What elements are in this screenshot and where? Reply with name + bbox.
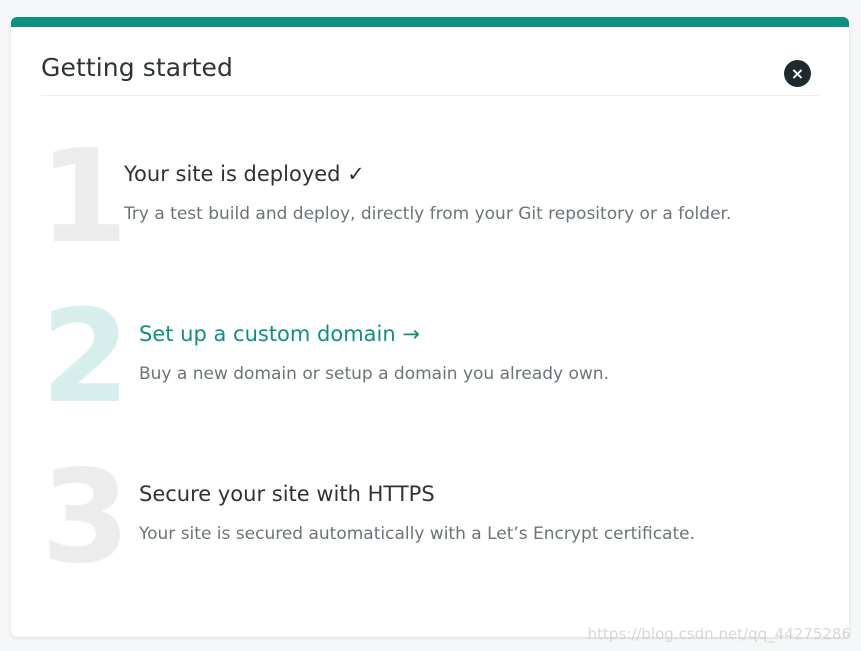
step-https: 3 Secure your site with HTTPS Your site … — [11, 443, 849, 592]
step-description: Your site is secured automatically with … — [139, 524, 696, 544]
step-custom-domain: 2 Set up a custom domain → Buy a new dom… — [11, 283, 849, 432]
card-title: Getting started — [41, 53, 233, 82]
accent-top-bar — [11, 17, 849, 27]
step-number: 1 — [39, 123, 129, 272]
step-description: Buy a new domain or setup a domain you a… — [139, 364, 609, 384]
step-title: Secure your site with HTTPS — [139, 482, 435, 506]
step-number: 2 — [41, 283, 131, 432]
step-deployed: 1 Your site is deployed ✓ Try a test bui… — [11, 123, 849, 272]
step-number: 3 — [41, 443, 131, 592]
watermark-text: https://blog.csdn.net/qq_44275286 — [587, 625, 851, 643]
custom-domain-link[interactable]: Set up a custom domain → — [139, 322, 420, 346]
step-title: Your site is deployed ✓ — [124, 162, 365, 186]
getting-started-card: Getting started × 1 Your site is deploye… — [11, 17, 849, 637]
card-header: Getting started × — [41, 53, 819, 96]
step-description: Try a test build and deploy, directly fr… — [124, 204, 732, 224]
close-icon[interactable]: × — [784, 60, 811, 87]
